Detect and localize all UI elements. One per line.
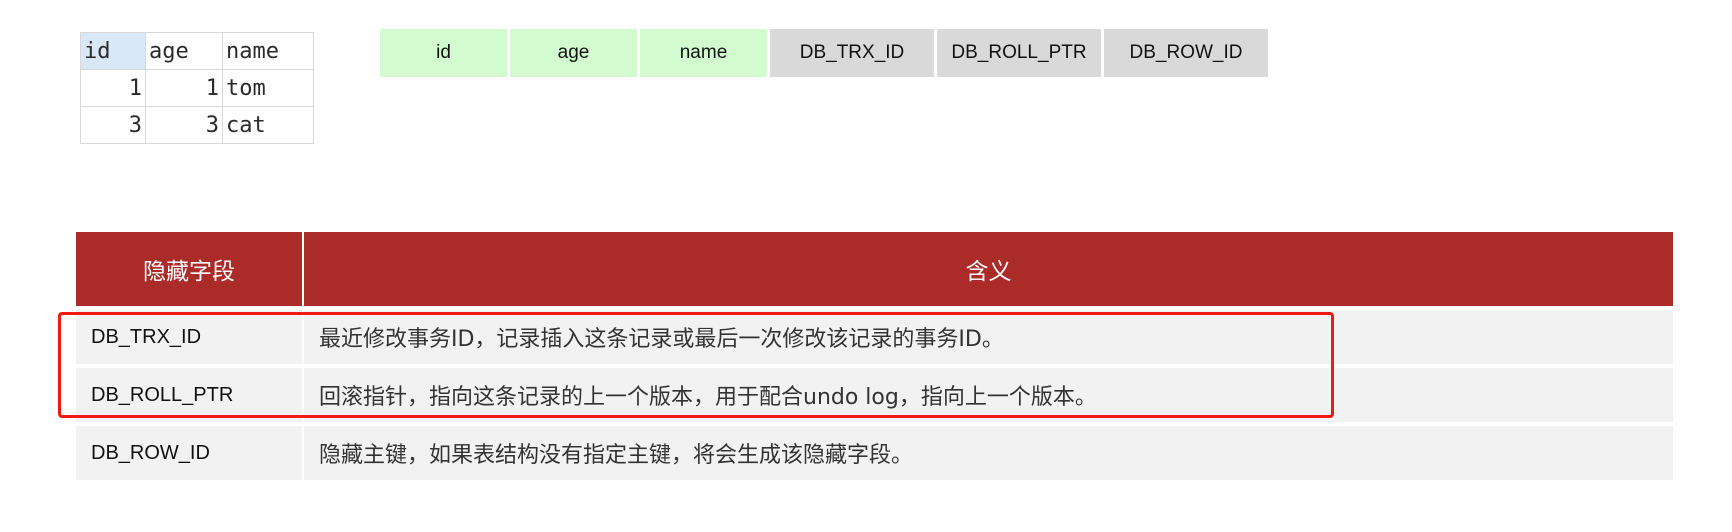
column-header-id[interactable]: id: [80, 32, 146, 70]
table-row: 3 3 cat: [80, 106, 314, 144]
row-structure: id age name DB_TRX_ID DB_ROLL_PTR DB_ROW…: [380, 29, 1268, 77]
user-field-name: name: [640, 29, 767, 77]
query-result-table: id age name 1 1 tom 3 3 cat: [80, 32, 314, 144]
hidden-fields-header: 隐藏字段 含义: [76, 232, 1673, 306]
user-field-id: id: [380, 29, 507, 77]
table-row: 1 1 tom: [80, 69, 314, 107]
cell-id[interactable]: 1: [80, 69, 146, 107]
field-meaning: 隐藏主键，如果表结构没有指定主键，将会生成该隐藏字段。: [304, 426, 1673, 480]
cell-name[interactable]: tom: [222, 69, 314, 107]
cell-age[interactable]: 3: [145, 106, 223, 144]
hidden-field-row-id: DB_ROW_ID: [1104, 29, 1268, 77]
hidden-field-trx-id: DB_TRX_ID: [770, 29, 934, 77]
column-header-age[interactable]: age: [145, 32, 223, 70]
cell-name[interactable]: cat: [222, 106, 314, 144]
highlight-annotation-box: [58, 312, 1334, 418]
column-header-name[interactable]: name: [222, 32, 314, 70]
header-hidden-field: 隐藏字段: [76, 232, 302, 306]
result-header-row: id age name: [80, 32, 314, 70]
field-name: DB_ROW_ID: [76, 426, 302, 480]
cell-age[interactable]: 1: [145, 69, 223, 107]
header-meaning: 含义: [304, 232, 1673, 306]
cell-id[interactable]: 3: [80, 106, 146, 144]
table-row: DB_ROW_ID 隐藏主键，如果表结构没有指定主键，将会生成该隐藏字段。: [76, 426, 1673, 480]
user-field-age: age: [510, 29, 637, 77]
hidden-field-roll-ptr: DB_ROLL_PTR: [937, 29, 1101, 77]
